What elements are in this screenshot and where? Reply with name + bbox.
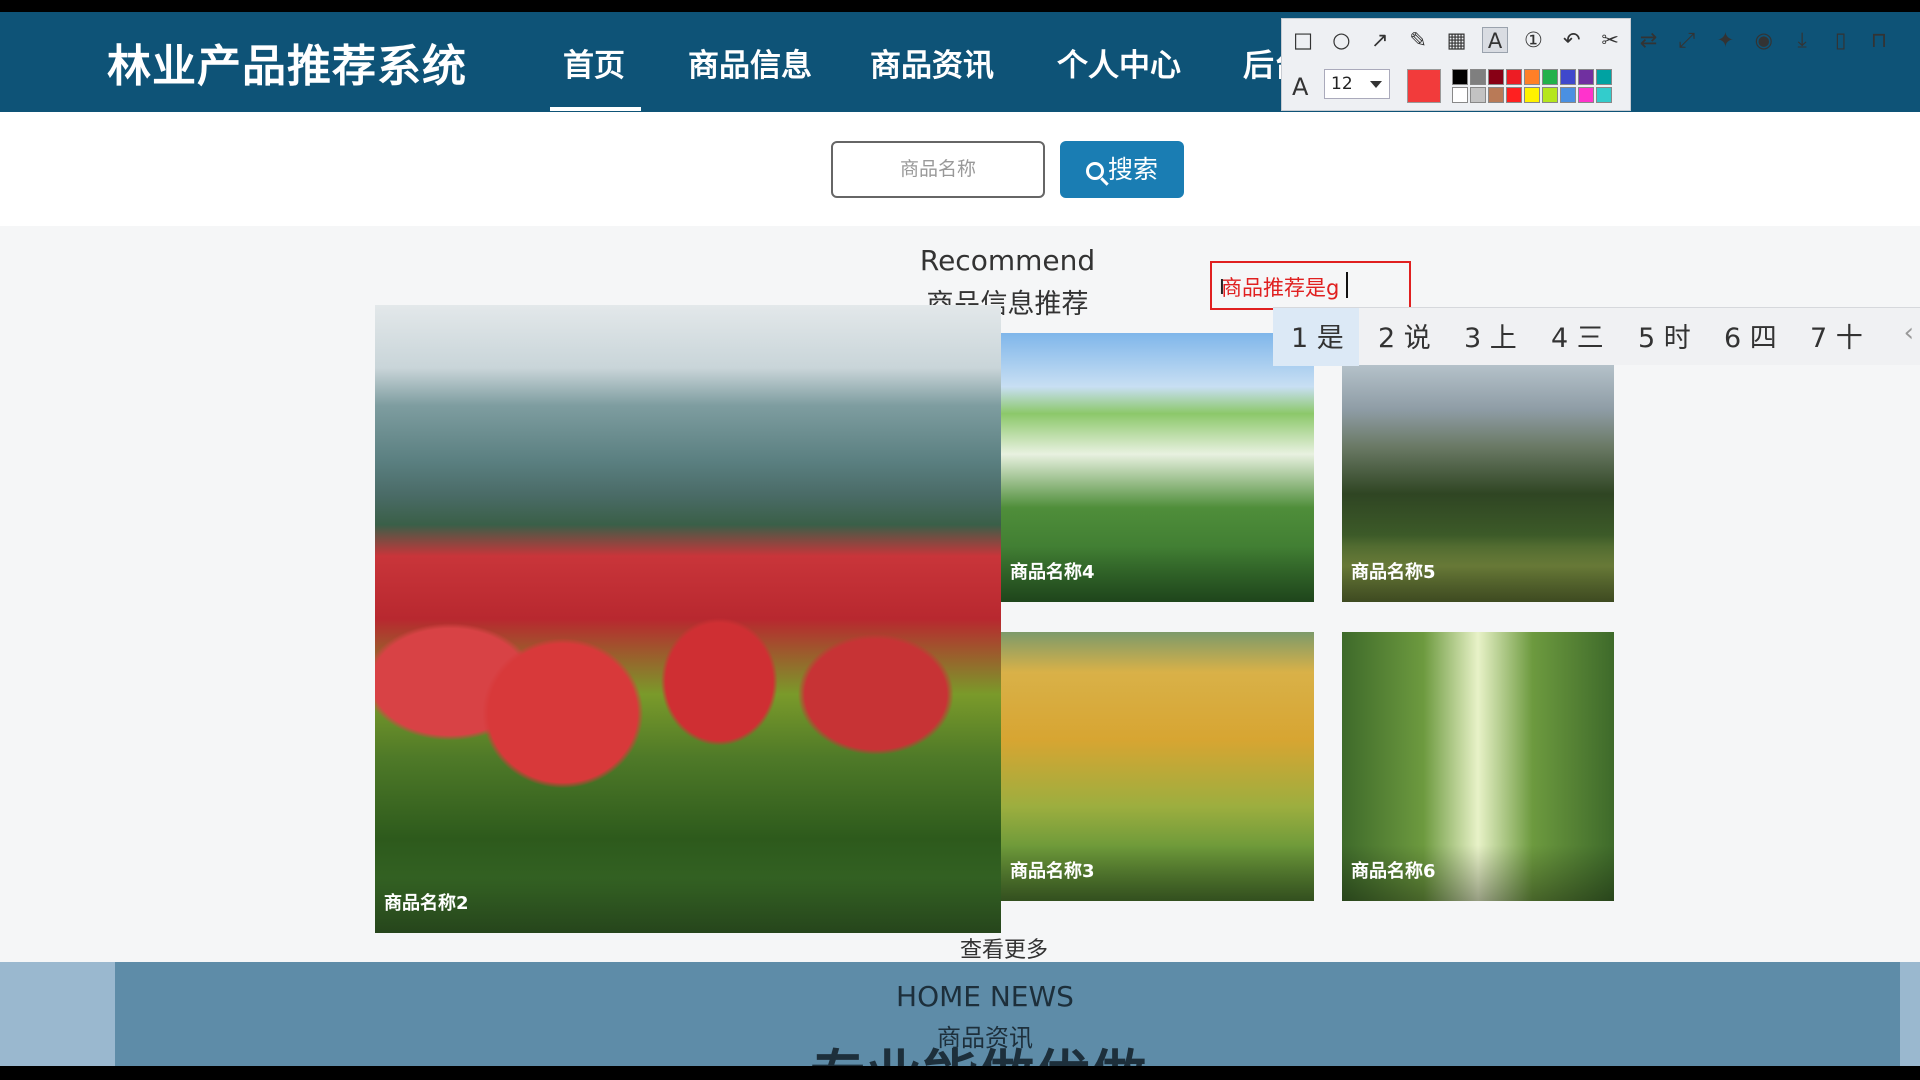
color-swatch[interactable] xyxy=(1470,69,1486,85)
nav-home[interactable]: 首页 xyxy=(563,40,625,85)
color-swatch[interactable] xyxy=(1596,87,1612,103)
capture-toolbar: □ ○ ↗ ✎ ▦ A ① ↶ ✂ ⇄ ⤢ ✦ ◉ ⤓ ▯ ⊓ A 12 xyxy=(1281,18,1887,111)
product-caption-overlay: 商品名称3 xyxy=(1001,845,1314,901)
product-card[interactable]: 商品名称2 xyxy=(375,305,1001,933)
search-button-label: 搜索 xyxy=(1107,155,1158,184)
record-icon[interactable]: ◉ xyxy=(1751,27,1777,53)
news-featured-title: 专业能做优做 xyxy=(810,1032,1146,1066)
nav-personal-center[interactable]: 个人中心 xyxy=(1057,40,1181,85)
search-input[interactable]: 商品名称 xyxy=(831,141,1045,198)
color-swatch[interactable] xyxy=(1506,69,1522,85)
color-swatch[interactable] xyxy=(1578,69,1594,85)
ime-candidate[interactable]: 6 四 xyxy=(1724,316,1777,355)
product-caption-overlay: 商品名称4 xyxy=(1001,546,1314,602)
search-icon xyxy=(1085,162,1104,180)
ime-candidate-bar: 1 是 2 说 3 上 4 三 5 时 6 四 7 十 ‹ xyxy=(1273,307,1920,366)
annotation-text[interactable]: 商品推荐是g xyxy=(1221,272,1339,302)
product-card[interactable]: 商品名称3 xyxy=(1001,632,1314,901)
mosaic-icon[interactable]: ▦ xyxy=(1444,27,1470,53)
product-card[interactable]: 商品名称6 xyxy=(1342,632,1614,901)
phone-icon[interactable]: ▯ xyxy=(1828,27,1854,53)
text-icon[interactable]: A xyxy=(1482,27,1508,53)
color-swatch[interactable] xyxy=(1506,87,1522,103)
top-navigation: 林业产品推荐系统 首页 商品信息 商品资讯 个人中心 后台管理 xyxy=(0,12,1920,112)
ime-candidate[interactable]: 1 是 xyxy=(1291,316,1344,355)
font-icon: A xyxy=(1292,73,1309,101)
color-swatch[interactable] xyxy=(1560,69,1576,85)
color-swatch[interactable] xyxy=(1560,87,1576,103)
color-swatch[interactable] xyxy=(1524,87,1540,103)
product-name: 商品名称3 xyxy=(1010,861,1095,882)
nav-active-indicator xyxy=(550,107,641,111)
current-color-swatch[interactable] xyxy=(1407,69,1441,103)
text-caret xyxy=(1346,272,1348,298)
ime-candidate[interactable]: 4 三 xyxy=(1551,316,1604,355)
product-name: 商品名称4 xyxy=(1010,562,1095,583)
ime-candidate[interactable]: 3 上 xyxy=(1464,316,1517,355)
fullscreen-icon[interactable]: ⤢ xyxy=(1674,27,1700,53)
color-swatch[interactable] xyxy=(1470,87,1486,103)
arrow-icon[interactable]: ↗ xyxy=(1367,27,1393,53)
color-swatch[interactable] xyxy=(1452,87,1468,103)
bookmark-icon[interactable]: ⊓ xyxy=(1866,27,1892,53)
product-name: 商品名称6 xyxy=(1351,861,1436,882)
font-size-select[interactable]: 12 xyxy=(1324,69,1390,99)
color-swatch[interactable] xyxy=(1488,69,1504,85)
product-caption-overlay: 商品名称6 xyxy=(1342,845,1614,901)
ibeam-cursor-icon: I xyxy=(1219,275,1225,299)
translate-icon[interactable]: ⇄ xyxy=(1636,27,1662,53)
color-swatch[interactable] xyxy=(1488,87,1504,103)
rectangle-icon[interactable]: □ xyxy=(1290,27,1316,53)
product-name: 商品名称2 xyxy=(384,893,469,914)
product-caption-overlay: 商品名称5 xyxy=(1342,546,1614,602)
product-card[interactable]: 商品名称5 xyxy=(1342,362,1614,602)
product-name: 商品名称5 xyxy=(1351,562,1436,583)
site-title: 林业产品推荐系统 xyxy=(107,41,467,92)
news-heading-en: HOME NEWS xyxy=(896,980,1074,1013)
undo-icon[interactable]: ↶ xyxy=(1559,27,1585,53)
nav-product-info[interactable]: 商品信息 xyxy=(688,40,812,85)
color-swatch[interactable] xyxy=(1452,69,1468,85)
recommend-heading-en: Recommend xyxy=(919,244,1096,277)
number-icon[interactable]: ① xyxy=(1520,27,1546,53)
product-caption-overlay: 商品名称2 xyxy=(375,877,1001,933)
search-button[interactable]: 搜索 xyxy=(1060,141,1184,198)
cut-icon[interactable]: ✂ xyxy=(1597,27,1623,53)
color-swatch[interactable] xyxy=(1596,69,1612,85)
pencil-icon[interactable]: ✎ xyxy=(1405,27,1431,53)
ime-candidate[interactable]: 5 时 xyxy=(1638,316,1691,355)
nav-product-news[interactable]: 商品资讯 xyxy=(870,40,994,85)
product-card[interactable]: 商品名称4 xyxy=(1001,333,1314,602)
pin-icon[interactable]: ✦ xyxy=(1712,27,1738,53)
download-icon[interactable]: ⤓ xyxy=(1789,27,1815,53)
ime-prev-page-icon[interactable]: ‹ xyxy=(1904,318,1914,348)
ime-candidate[interactable]: 7 十 xyxy=(1810,316,1863,355)
view-more-link[interactable]: 查看更多 xyxy=(960,932,1048,964)
ime-candidate[interactable]: 2 说 xyxy=(1378,316,1431,355)
browser-viewport: 林业产品推荐系统 首页 商品信息 商品资讯 个人中心 后台管理 商品名称 搜索 … xyxy=(0,12,1920,1066)
color-swatch[interactable] xyxy=(1542,87,1558,103)
ellipse-icon[interactable]: ○ xyxy=(1328,27,1354,53)
color-swatch[interactable] xyxy=(1542,69,1558,85)
color-swatch[interactable] xyxy=(1524,69,1540,85)
color-swatch[interactable] xyxy=(1578,87,1594,103)
